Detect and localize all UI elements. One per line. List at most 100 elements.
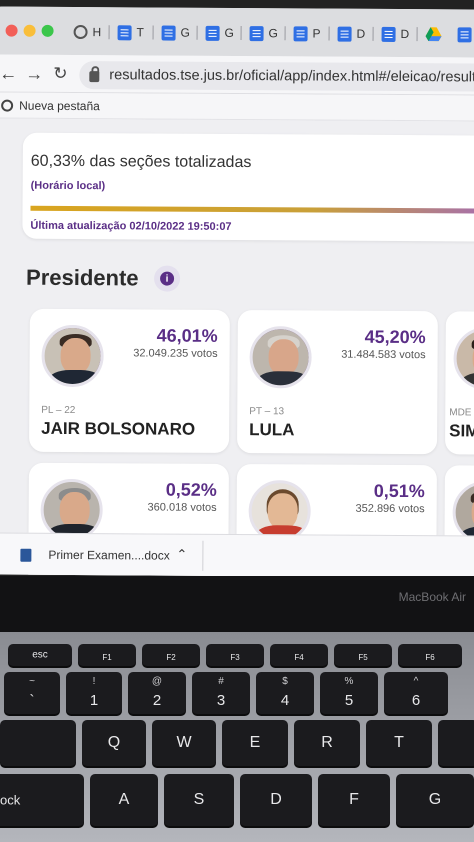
laptop-bezel (0, 576, 474, 632)
avatar (248, 480, 311, 543)
avatar (453, 327, 474, 390)
address-bar[interactable]: resultados.tse.jus.br/oficial/app/index.… (79, 61, 474, 92)
tab-label: T (136, 25, 144, 40)
reload-icon[interactable]: ↻ (53, 64, 67, 84)
key-y-partial[interactable] (438, 720, 474, 766)
vote-count: 352.896 votos (355, 502, 425, 516)
key-d[interactable]: D (240, 774, 312, 826)
globe-icon (73, 24, 88, 40)
tab-7[interactable]: D (337, 23, 376, 45)
tab-8[interactable]: D (381, 23, 420, 45)
key-f1[interactable]: F1 (78, 644, 136, 666)
tab-6[interactable]: P (293, 22, 332, 44)
tab-5[interactable]: G (249, 22, 288, 44)
tab-3[interactable]: G (161, 22, 200, 44)
key-f4[interactable]: F4 (270, 644, 328, 666)
url-text: resultados.tse.jus.br/oficial/app/index.… (109, 67, 474, 86)
vote-count: 32.049.235 votos (133, 347, 218, 360)
page-content: 60,33% das seções totalizadas (Horário l… (0, 118, 474, 578)
avatar (41, 324, 104, 388)
sections-totalized-text: 60,33% das seções totalizadas (30, 152, 252, 172)
vote-percentage: 46,01% (156, 325, 218, 346)
totalization-progress-bar (30, 205, 474, 214)
key-6[interactable]: ^ 6 (384, 672, 448, 714)
docs-icon (161, 25, 176, 41)
key-f[interactable]: F (318, 774, 390, 826)
candidate-name: JAIR BOLSONARO (41, 418, 196, 439)
candidate-card-lula[interactable]: 45,20% 31.484.583 votos PT – 13 LULA (237, 310, 438, 455)
tab-label: D (356, 26, 366, 41)
vote-count: 31.484.583 votos (341, 348, 426, 362)
word-document-icon (20, 548, 32, 562)
avatar (40, 478, 103, 542)
tab-label: G (268, 26, 278, 41)
browser-tab-bar: H T G G G P D D (0, 6, 474, 58)
key-caps-lock[interactable]: ock (0, 774, 84, 826)
key-a[interactable]: A (90, 774, 158, 826)
key-1[interactable]: ! 1 (66, 672, 122, 714)
key-r[interactable]: R (294, 720, 360, 766)
keyboard-deck: esc F1 F2 F3 F4 F5 F6 ~ ` ! 1 @2 #3 $4 % 5 … (0, 632, 474, 842)
key-e[interactable]: E (222, 720, 288, 766)
vote-count: 360.018 votos (147, 501, 217, 514)
docs-icon (205, 25, 220, 41)
candidate-card-bolsonaro[interactable]: 46,01% 32.049.235 votos PL – 22 JAIR BOL… (29, 308, 230, 453)
key-w[interactable]: W (152, 720, 216, 766)
key-5[interactable]: % 5 (320, 672, 378, 714)
key-3[interactable]: #3 (192, 672, 250, 714)
key-f6[interactable]: F6 (398, 644, 462, 666)
candidate-card-partial[interactable]: MDE SIM (445, 311, 474, 456)
key-2[interactable]: @2 (128, 672, 186, 714)
tab-1[interactable]: H (73, 21, 112, 43)
key-tab[interactable] (0, 720, 76, 766)
key-f2[interactable]: F2 (142, 644, 200, 666)
globe-icon (1, 99, 14, 112)
info-button[interactable]: i (154, 265, 181, 292)
forward-arrow-icon[interactable]: → (25, 64, 43, 85)
tab-10[interactable] (457, 23, 474, 45)
key-4[interactable]: $4 (256, 672, 314, 714)
section-title: Presidente (26, 264, 139, 291)
docs-icon (381, 26, 396, 42)
chevron-up-icon[interactable]: ⌃ (176, 547, 187, 563)
party-number: PT – 13 (249, 406, 285, 418)
docs-icon (457, 26, 472, 42)
key-g[interactable]: G (396, 774, 474, 826)
back-arrow-icon[interactable]: ← (0, 64, 17, 85)
candidate-name: LULA (249, 420, 295, 440)
key-f5[interactable]: F5 (334, 644, 392, 666)
vote-percentage: 0,52% (165, 479, 217, 500)
lock-icon (89, 71, 100, 83)
last-update-text: Última atualização 02/10/2022 19:50:07 (30, 219, 232, 233)
key-f3[interactable]: F3 (206, 644, 264, 666)
laptop-brand: MacBook Air (398, 590, 466, 604)
totalization-status-card: 60,33% das seções totalizadas (Horário l… (22, 132, 474, 242)
vote-percentage: 0,51% (373, 480, 425, 502)
tab-4[interactable]: G (205, 22, 244, 44)
key-esc[interactable]: esc (8, 644, 72, 666)
key-s[interactable]: S (164, 774, 234, 826)
party-number: MDE (449, 407, 472, 419)
close-window-button[interactable] (5, 24, 18, 37)
key-q[interactable]: Q (82, 720, 146, 766)
maximize-window-button[interactable] (41, 24, 54, 37)
bookmark-new-tab[interactable]: Nueva pestaña (19, 98, 100, 112)
download-filename[interactable]: Primer Examen....docx (48, 548, 169, 563)
photo: H T G G G P D D ← → ↻ resultados.tse.jus… (0, 0, 474, 842)
avatar (249, 326, 312, 389)
vote-share-arc (41, 324, 104, 388)
vote-share-arc (249, 326, 312, 389)
tab-label: P (312, 26, 321, 41)
candidate-name: SIM (449, 421, 474, 441)
tab-2[interactable]: T (117, 21, 156, 43)
minimize-window-button[interactable] (23, 24, 36, 37)
local-time-label: (Horário local) (30, 179, 106, 193)
docs-icon (117, 24, 132, 40)
tab-label: G (224, 25, 234, 40)
key-t[interactable]: T (366, 720, 432, 766)
download-bar: Primer Examen....docx ⌃ (0, 532, 474, 578)
key-tilde[interactable]: ~ ` (4, 672, 60, 714)
avatar (452, 481, 474, 544)
drive-icon (425, 27, 442, 42)
docs-icon (293, 25, 308, 41)
